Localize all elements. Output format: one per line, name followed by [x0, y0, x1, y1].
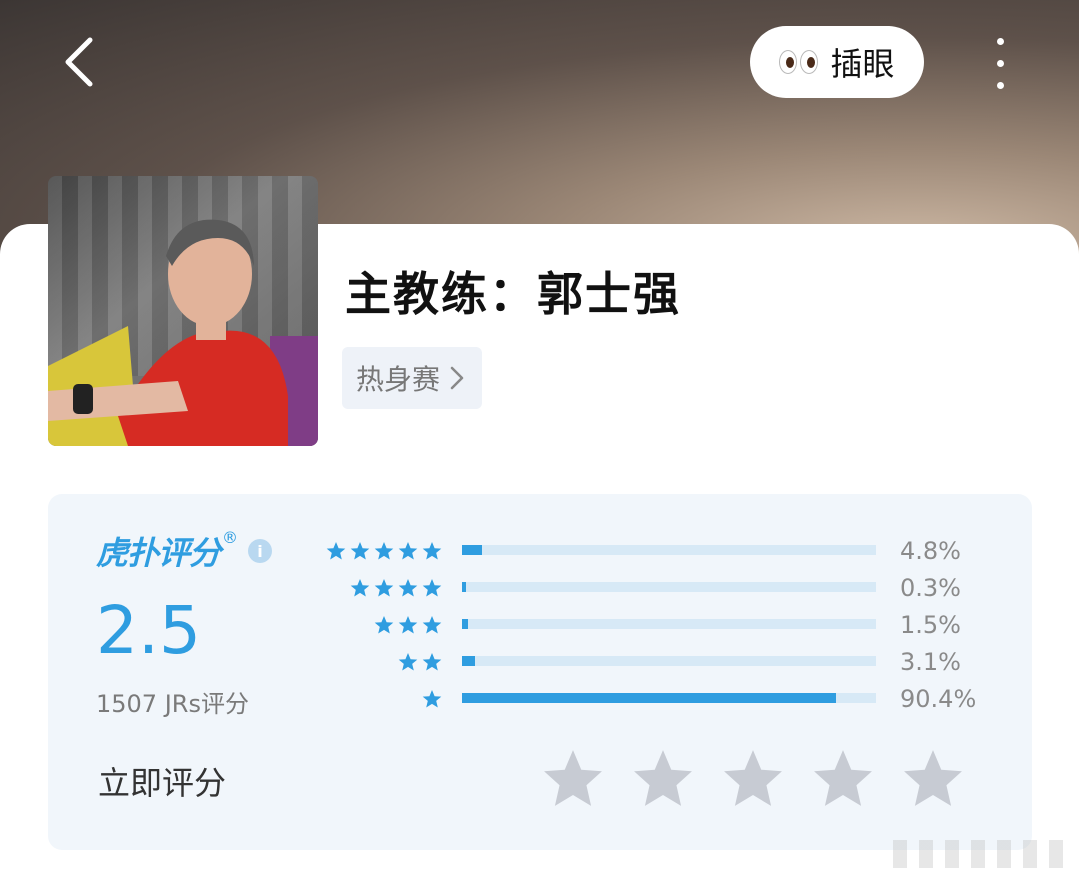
rate-star-3[interactable] — [722, 748, 784, 808]
user-rating-stars — [542, 748, 964, 808]
percent-bar-track — [462, 545, 876, 555]
percent-label: 1.5% — [900, 611, 961, 639]
percent-label: 3.1% — [900, 648, 961, 676]
small-star-icon — [422, 579, 442, 597]
more-options-button[interactable] — [984, 36, 1018, 92]
coach-photo — [48, 176, 318, 446]
small-star-icon — [422, 542, 442, 560]
percent-bar-fill — [462, 619, 469, 629]
percent-label: 4.8% — [900, 537, 961, 565]
peek-button[interactable]: 插眼 — [750, 26, 924, 98]
percent-label: 0.3% — [900, 574, 961, 602]
watermark — [893, 840, 1073, 868]
rate-now-label: 立即评分 — [98, 764, 227, 802]
small-star-icon — [422, 653, 442, 671]
rate-star-5[interactable] — [902, 748, 964, 808]
star-icon — [544, 750, 602, 806]
percent-bar-track — [462, 582, 876, 592]
small-star-icon — [374, 542, 394, 560]
rate-star-1[interactable] — [542, 748, 604, 808]
event-tag-chip[interactable]: 热身赛 — [342, 347, 483, 409]
event-tag-label: 热身赛 — [356, 363, 441, 396]
small-star-icon — [422, 616, 442, 634]
small-star-icon — [398, 579, 418, 597]
distribution-row-3-star: 1.5% — [48, 610, 1032, 640]
percent-bar-fill — [462, 693, 837, 703]
star-icon — [904, 750, 962, 806]
eyes-emoji-icon — [779, 50, 819, 74]
distribution-row-5-star: 4.8% — [48, 536, 1032, 566]
star-icon — [634, 750, 692, 806]
back-button[interactable] — [56, 34, 104, 90]
percent-bar-track — [462, 693, 876, 703]
percent-bar-fill — [462, 545, 482, 555]
back-chevron-icon — [65, 37, 93, 87]
small-star-icon — [398, 616, 418, 634]
small-star-icon — [350, 542, 370, 560]
rate-star-2[interactable] — [632, 748, 694, 808]
percent-bar-track — [462, 619, 876, 629]
row-stars — [374, 610, 442, 640]
chevron-right-icon — [450, 366, 464, 390]
more-vertical-icon — [997, 38, 1004, 45]
row-stars — [398, 647, 442, 677]
small-star-icon — [398, 653, 418, 671]
rating-panel: 虎扑评分 ® i 2.5 1507 JRs评分 立即评分 4.8% 0.3% 1.5… — [48, 494, 1032, 850]
percent-bar-track — [462, 656, 876, 666]
peek-label: 插眼 — [830, 45, 895, 83]
rate-star-4[interactable] — [812, 748, 874, 808]
small-star-icon — [326, 542, 346, 560]
star-icon — [724, 750, 782, 806]
percent-bar-fill — [462, 582, 466, 592]
small-star-icon — [398, 542, 418, 560]
row-stars — [350, 573, 442, 603]
star-icon — [814, 750, 872, 806]
small-star-icon — [350, 579, 370, 597]
percent-bar-fill — [462, 656, 475, 666]
distribution-row-1-star: 90.4% — [48, 684, 1032, 714]
row-stars — [422, 684, 442, 714]
row-stars — [326, 536, 442, 566]
small-star-icon — [374, 616, 394, 634]
page-title: 主教练：郭士强 — [345, 267, 681, 321]
percent-label: 90.4% — [900, 685, 977, 713]
small-star-icon — [422, 690, 442, 708]
small-star-icon — [374, 579, 394, 597]
distribution-row-2-star: 3.1% — [48, 647, 1032, 677]
distribution-row-4-star: 0.3% — [48, 573, 1032, 603]
